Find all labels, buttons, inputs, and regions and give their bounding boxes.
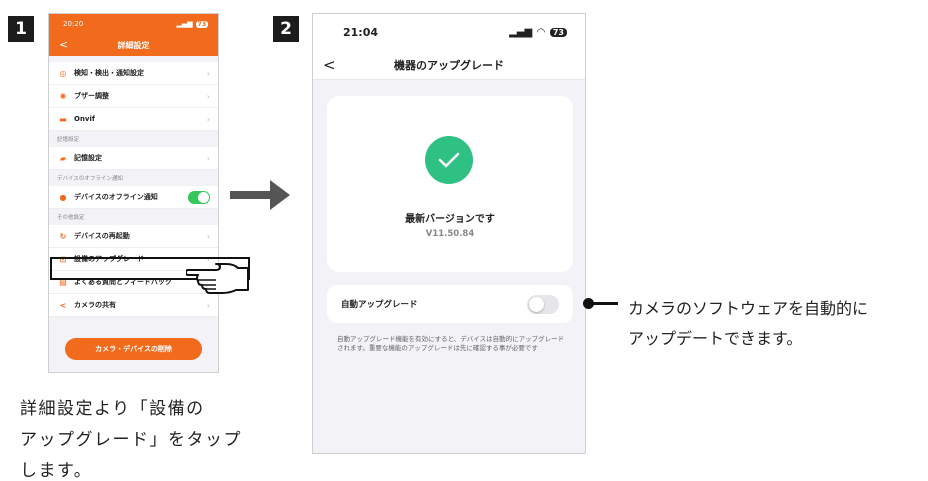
settings-item-offline-notice: ● デバイスのオフライン通知 [49, 186, 218, 209]
chevron-right-icon: › [206, 91, 210, 101]
settings-item-label: デバイスの再起動 [74, 232, 130, 240]
settings-item-label: ブザー調整 [74, 92, 109, 100]
step-1-caption: 詳細設定より「設備の アップグレード」をタップ します。 [20, 394, 250, 481]
step-1-badge: 1 [8, 16, 34, 42]
version-number: V11.50.84 [425, 229, 475, 239]
phone-screenshot-settings: 20:20 ▂▄▆ 73 < 詳細設定 ◎ 検知・検出・通知設定 › ✺ ブザー… [48, 13, 219, 373]
battery-icon: 73 [549, 27, 567, 37]
callout-line-text: カメラのソフトウェアを自動的に [628, 299, 869, 318]
callout-line [588, 302, 618, 305]
settings-item-detection[interactable]: ◎ 検知・検出・通知設定 › [49, 62, 218, 85]
upgrade-icon: ⊡ [59, 254, 67, 264]
settings-item-label: デバイスのオフライン通知 [74, 193, 158, 201]
arrow-right-icon [230, 180, 290, 210]
step-2-badge: 2 [273, 16, 299, 42]
auto-upgrade-description: 自動アップグレード機能を有効にすると、デバイスは自動的にアップグレードされます。… [337, 335, 565, 352]
chevron-right-icon: › [206, 153, 210, 163]
settings-item-label: カメラの共有 [74, 301, 116, 309]
callout-line-text: アップデートできます。 [628, 329, 803, 348]
phone-screenshot-upgrade: 21:04 ▂▄▆ ◠ 73 < 機器のアップグレード 最新バージョンです V1… [312, 13, 586, 454]
settings-item-reboot[interactable]: ↻ デバイスの再起動 › [49, 225, 218, 248]
chevron-right-icon: › [206, 231, 210, 241]
version-card: 最新バージョンです V11.50.84 [327, 96, 573, 272]
auto-upgrade-row: 自動アップグレード [327, 285, 573, 323]
chevron-right-icon: › [206, 68, 210, 78]
share-icon: < [59, 300, 67, 310]
caption-line: アップグレード」をタップ [20, 430, 242, 450]
offline-icon: ● [59, 192, 67, 202]
check-icon [425, 136, 473, 184]
signal-icon: ▂▄▆ [176, 20, 193, 28]
section-header-offline: デバイスのオフライン通知 [57, 176, 123, 182]
battery-icon: 73 [195, 20, 208, 28]
delete-device-button[interactable]: カメラ・デバイスの削除 [65, 338, 202, 360]
back-icon[interactable]: < [59, 38, 68, 51]
section-header-other: その他設定 [57, 215, 85, 221]
status-time: 20:20 [63, 20, 84, 28]
detection-icon: ◎ [59, 68, 67, 78]
pointing-hand-icon [186, 263, 249, 294]
back-icon[interactable]: < [323, 56, 336, 74]
caption-line: 詳細設定より「設備の [20, 399, 205, 419]
settings-header: < 詳細設定 [49, 34, 218, 56]
page-title: 詳細設定 [117, 40, 150, 50]
page-title: 機器のアップグレード [394, 58, 504, 72]
settings-item-storage[interactable]: ▰ 記憶設定 › [49, 147, 218, 170]
onvif-icon: ▬ [59, 114, 67, 124]
signal-icon: ▂▄▆ [509, 26, 533, 38]
section-header-storage: 記憶設定 [57, 137, 80, 143]
chevron-right-icon: › [206, 300, 210, 310]
settings-item-label: 記憶設定 [74, 154, 102, 162]
status-time: 21:04 [343, 25, 379, 39]
callout-text: カメラのソフトウェアを自動的に アップデートできます。 [628, 294, 928, 354]
reboot-icon: ↻ [59, 231, 67, 241]
status-bar: 20:20 ▂▄▆ 73 [49, 14, 218, 34]
upgrade-header: < 機器のアップグレード [313, 50, 585, 80]
chevron-right-icon: › [206, 114, 210, 124]
wifi-icon: ◠ [537, 26, 545, 38]
settings-item-label: 検知・検出・通知設定 [74, 69, 144, 77]
settings-item-onvif[interactable]: ▬ Onvif › [49, 108, 218, 131]
faq-icon: ▤ [59, 277, 67, 287]
caption-line: します。 [20, 461, 93, 481]
settings-item-buzzer[interactable]: ✺ ブザー調整 › [49, 85, 218, 108]
settings-item-share[interactable]: < カメラの共有 › [49, 294, 218, 317]
offline-notice-toggle[interactable] [188, 190, 210, 204]
auto-upgrade-label: 自動アップグレード [341, 300, 418, 310]
auto-upgrade-toggle[interactable] [527, 294, 559, 314]
status-bar: 21:04 ▂▄▆ ◠ 73 [313, 14, 585, 50]
buzzer-icon: ✺ [59, 91, 67, 101]
latest-version-label: 最新バージョンです [405, 214, 495, 225]
settings-item-label: Onvif [74, 115, 95, 123]
storage-icon: ▰ [59, 153, 67, 163]
